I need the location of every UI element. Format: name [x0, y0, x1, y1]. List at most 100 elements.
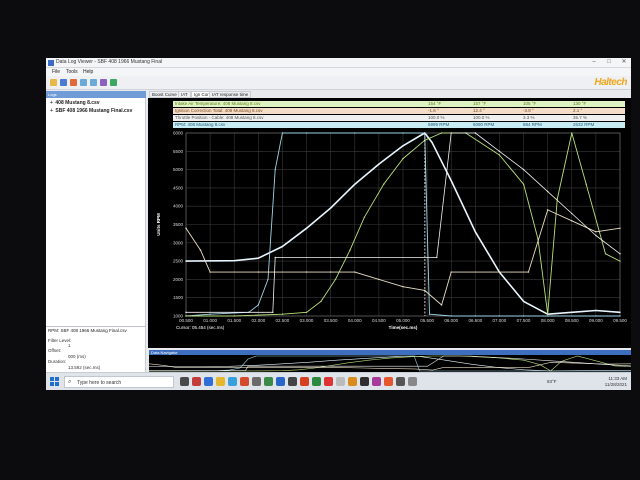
- data-point: [522, 183, 525, 185]
- chart-panel[interactable]: 6000 5500 5000 4500 4000 3500 3000 2500 2000 1500…: [148, 98, 631, 348]
- taskbar-app-icon[interactable]: [300, 377, 309, 386]
- tab-iat[interactable]: IAT: [178, 91, 191, 98]
- data-point: [305, 132, 308, 134]
- taskbar-app-icon[interactable]: [324, 377, 333, 386]
- log-file-name: SBF 408 1966 Mustang Final.csv: [55, 108, 133, 114]
- data-point: [595, 234, 597, 237]
- data-point: [498, 154, 501, 156]
- legend-avg-value: 2632 RPM: [573, 122, 595, 127]
- offset-value[interactable]: 000 (ms): [68, 354, 86, 359]
- clock-date[interactable]: 11/28/2021: [605, 382, 627, 387]
- data-point: [546, 190, 549, 193]
- data-point: [571, 220, 573, 222]
- taskbar-app-icon[interactable]: [192, 377, 201, 386]
- data-navigator[interactable]: Data Navigator: [149, 350, 631, 372]
- taskbar-app-icon[interactable]: [408, 377, 417, 386]
- legend-cursor-value: -1.6 °: [428, 108, 439, 113]
- taskbar-app-icon[interactable]: [252, 377, 261, 386]
- chart-icon[interactable]: [110, 79, 117, 86]
- save-icon[interactable]: [60, 79, 67, 86]
- data-point: [185, 315, 187, 317]
- taskbar-app-icon[interactable]: [360, 377, 369, 386]
- x-tick-label: 08.000: [541, 318, 555, 323]
- legend-avg-value: 2.1 °: [573, 108, 583, 113]
- data-point: [320, 300, 322, 303]
- clear-icon[interactable]: [70, 79, 77, 86]
- taskbar-search[interactable]: ⌕ Type here to search: [64, 376, 174, 388]
- offset-label: Offset:: [48, 348, 62, 353]
- taskbar-app-icon[interactable]: [204, 377, 213, 386]
- y-tick-label: 2500: [173, 259, 184, 264]
- clock-time[interactable]: 11:33 AM: [608, 376, 627, 381]
- data-point: [619, 227, 621, 229]
- taskbar-app-icon[interactable]: [348, 377, 357, 386]
- data-point: [354, 132, 356, 134]
- expand-icon[interactable]: +: [50, 100, 54, 106]
- maximize-icon[interactable]: □: [602, 58, 616, 67]
- data-point: [199, 249, 202, 251]
- data-point: [402, 286, 404, 288]
- haltech-app-icon[interactable]: [384, 377, 393, 386]
- legend-cursor-value: 100.0 %: [428, 115, 445, 120]
- browser-icon[interactable]: [228, 377, 237, 386]
- data-point: [440, 304, 443, 306]
- legend-row-ign-corr[interactable]: Ignition Correction Total: 408 Mustang 8…: [173, 108, 625, 114]
- data-point: [595, 231, 597, 233]
- tab-iat-response-time[interactable]: IAT response time: [209, 91, 252, 98]
- taskbar-app-icon[interactable]: [336, 377, 345, 386]
- data-point: [233, 315, 235, 317]
- menu-tools[interactable]: Tools: [66, 69, 78, 75]
- legend-min-value: -3.8 °: [523, 108, 534, 113]
- data-point: [378, 278, 380, 281]
- tab-boost-curve[interactable]: Boost Curve: [149, 91, 180, 98]
- legend-series-name: Ignition Correction Total: 408 Mustang 8…: [175, 108, 263, 113]
- data-point: [354, 271, 356, 273]
- x-tick-label: 05.500: [420, 318, 434, 323]
- taskbar-app-icon[interactable]: [276, 377, 285, 386]
- cursor-readout: Cursor: 05.454 (sec.ms): [176, 325, 225, 330]
- taskbar-app-icon[interactable]: [264, 377, 273, 386]
- zoom-out-icon[interactable]: [90, 79, 97, 86]
- filter-value[interactable]: 1: [68, 343, 71, 348]
- close-icon[interactable]: ✕: [617, 58, 631, 67]
- taskbar-app-icon[interactable]: [288, 377, 297, 386]
- search-placeholder: Type here to search: [77, 380, 122, 386]
- log-file-item[interactable]: + SBF 408 1966 Mustang Final.csv: [50, 108, 132, 114]
- menu-help[interactable]: Help: [83, 69, 93, 75]
- x-tick-label: 02.500: [276, 318, 290, 323]
- open-file-icon[interactable]: [50, 79, 57, 86]
- system-tray[interactable]: 83°F 11:33 AM 11/28/2021: [547, 375, 627, 389]
- navigator-overview[interactable]: [149, 350, 631, 372]
- data-point: [185, 227, 187, 229]
- taskbar-app-icon[interactable]: [312, 377, 321, 386]
- file-explorer-icon[interactable]: [216, 377, 225, 386]
- fit-icon[interactable]: [100, 79, 107, 86]
- zoom-in-icon[interactable]: [80, 79, 87, 86]
- data-point: [378, 163, 380, 165]
- data-point: [363, 216, 366, 218]
- x-tick-label: 02.000: [251, 318, 265, 323]
- weather-readout[interactable]: 83°F: [547, 379, 557, 384]
- data-point: [619, 253, 621, 255]
- legend-series-name: Throttle Position - Cable: 408 Mustang 8…: [175, 115, 264, 120]
- legend-row-iat[interactable]: Intake Air Temperature: 408 Mustang 8.cs…: [173, 101, 625, 107]
- data-point: [431, 141, 433, 143]
- menu-file[interactable]: File: [52, 69, 60, 75]
- chart-canvas[interactable]: 6000 5500 5000 4500 4000 3500 3000 2500 2000 1500…: [148, 98, 631, 348]
- x-tick-label: 03.500: [324, 318, 338, 323]
- windows-start-icon[interactable]: [50, 377, 59, 386]
- taskbar-app-icon[interactable]: [396, 377, 405, 386]
- minimize-icon[interactable]: –: [587, 58, 601, 67]
- legend-row-rpm[interactable]: RPM: 408 Mustang 8.csv 5999 RPM 6090 RPM…: [173, 122, 625, 128]
- data-point: [522, 315, 525, 317]
- y-tick-label: 3000: [173, 240, 184, 245]
- legend-row-throttle[interactable]: Throttle Position - Cable: 408 Mustang 8…: [173, 115, 625, 121]
- app-icon: [48, 60, 54, 66]
- log-file-item[interactable]: + 408 Mustang 8.csv: [50, 100, 100, 106]
- taskbar-app-icon[interactable]: [372, 377, 381, 386]
- data-point: [619, 315, 621, 317]
- data-point: [604, 253, 607, 255]
- chrome-icon[interactable]: [240, 377, 249, 386]
- task-view-icon[interactable]: [180, 377, 189, 386]
- expand-icon[interactable]: +: [50, 108, 54, 114]
